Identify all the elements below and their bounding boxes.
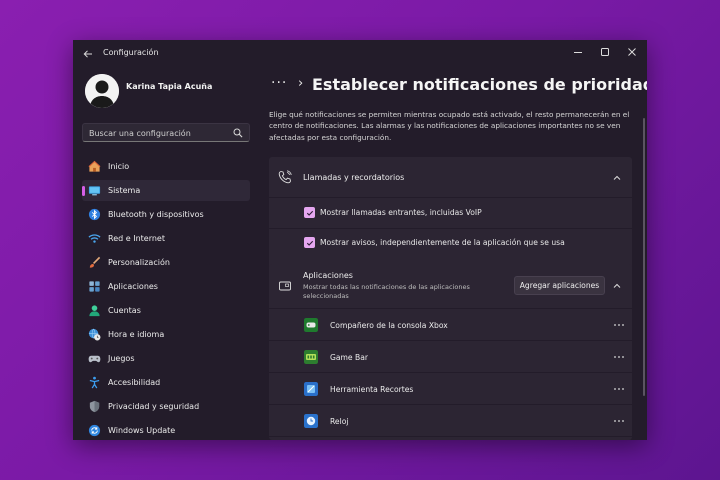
xbox-companion-icon xyxy=(304,318,318,332)
accessibility-icon xyxy=(89,376,100,389)
sidebar-item-label: Aplicaciones xyxy=(108,282,158,291)
chevron-up-icon[interactable] xyxy=(612,281,622,291)
divider xyxy=(269,404,632,405)
search-box[interactable] xyxy=(82,123,250,142)
sidebar-item-label: Cuentas xyxy=(108,306,141,315)
page-title: Establecer notificaciones de prioridad xyxy=(312,75,647,94)
add-apps-button[interactable]: Agregar aplicaciones xyxy=(514,276,605,295)
divider xyxy=(269,308,632,309)
profile-name: Karina Tapia Acuña xyxy=(126,82,213,91)
checkmark-icon xyxy=(306,210,313,216)
chevron-up-icon[interactable] xyxy=(612,173,622,183)
checkbox-label: Mostrar avisos, independientemente de la… xyxy=(320,238,565,247)
checkbox-label: Mostrar llamadas entrantes, incluidas Vo… xyxy=(320,208,482,217)
more-options-icon[interactable] xyxy=(613,353,625,361)
app-window-icon xyxy=(279,281,291,291)
app-label: Compañero de la consola Xbox xyxy=(330,321,448,330)
apps-section-title: Aplicaciones xyxy=(303,271,353,280)
sidebar-item-label: Privacidad y seguridad xyxy=(108,402,200,411)
settings-window: Configuración Karina Tapia Acuña Inicio … xyxy=(73,40,647,440)
sidebar-item-label: Sistema xyxy=(108,186,141,195)
divider xyxy=(269,436,632,437)
app-label: Herramienta Recortes xyxy=(330,385,414,394)
maximize-icon xyxy=(601,48,609,56)
back-button[interactable] xyxy=(79,45,97,63)
page-description: Elige qué notificaciones se permiten mie… xyxy=(269,110,630,142)
more-options-icon[interactable] xyxy=(613,417,625,425)
update-icon xyxy=(88,424,101,437)
sidebar-item-red[interactable]: Red e Internet xyxy=(82,228,250,249)
sidebar-item-privacidad[interactable]: Privacidad y seguridad xyxy=(82,396,250,417)
apps-section-subtitle: Mostrar todas las notificaciones de las … xyxy=(303,283,470,300)
clock-icon xyxy=(304,414,318,428)
sidebar-item-label: Inicio xyxy=(108,162,130,171)
gamepad-icon xyxy=(88,355,101,363)
phone-alarm-icon xyxy=(278,170,292,184)
more-options-icon[interactable] xyxy=(613,321,625,329)
sidebar-item-aplicaciones[interactable]: Aplicaciones xyxy=(82,276,250,297)
shield-icon xyxy=(89,400,100,413)
sidebar-item-label: Personalización xyxy=(108,258,170,267)
checkbox-show-reminders[interactable] xyxy=(304,237,315,248)
search-icon xyxy=(233,128,243,138)
sidebar-item-hora[interactable]: Hora e idioma xyxy=(82,324,250,345)
checkmark-icon xyxy=(306,240,313,246)
minimize-icon xyxy=(574,52,582,53)
sidebar-item-label: Juegos xyxy=(108,354,135,363)
app-title: Configuración xyxy=(103,48,159,57)
sidebar-item-cuentas[interactable]: Cuentas xyxy=(82,300,250,321)
app-label: Reloj xyxy=(330,417,349,426)
sidebar-item-windows-update[interactable]: Windows Update xyxy=(82,420,250,440)
sidebar-item-label: Bluetooth y dispositivos xyxy=(108,210,204,219)
divider xyxy=(269,372,632,373)
checkbox-show-calls[interactable] xyxy=(304,207,315,218)
system-icon xyxy=(88,186,101,196)
sidebar-item-label: Red e Internet xyxy=(108,234,165,243)
sidebar-item-personalizacion[interactable]: Personalización xyxy=(82,252,250,273)
close-button[interactable] xyxy=(619,42,645,62)
scrollbar[interactable] xyxy=(643,118,645,396)
apps-icon xyxy=(89,281,100,292)
breadcrumb-separator: › xyxy=(298,76,304,91)
globe-clock-icon xyxy=(88,328,101,341)
divider xyxy=(269,340,632,341)
title-bar: Configuración xyxy=(73,40,647,68)
arrow-left-icon xyxy=(83,50,92,58)
sidebar-item-label: Hora e idioma xyxy=(108,330,165,339)
user-silhouette-icon xyxy=(85,74,119,108)
sidebar-item-label: Accesibilidad xyxy=(108,378,161,387)
account-icon xyxy=(89,305,100,317)
sidebar-item-bluetooth[interactable]: Bluetooth y dispositivos xyxy=(82,204,250,225)
sidebar-item-label: Windows Update xyxy=(108,426,176,435)
minimize-button[interactable] xyxy=(565,42,591,62)
snipping-tool-icon xyxy=(304,382,318,396)
game-bar-icon xyxy=(304,350,318,364)
bluetooth-icon xyxy=(88,208,101,221)
more-options-icon[interactable] xyxy=(613,385,625,393)
sidebar-item-accesibilidad[interactable]: Accesibilidad xyxy=(82,372,250,393)
divider xyxy=(269,197,632,198)
maximize-button[interactable] xyxy=(592,42,618,62)
calls-section-title: Llamadas y recordatorios xyxy=(303,173,405,182)
selection-indicator xyxy=(82,186,85,196)
breadcrumb-more-button[interactable]: ··· xyxy=(271,75,287,91)
sidebar-item-juegos[interactable]: Juegos xyxy=(82,348,250,369)
home-icon xyxy=(88,160,101,172)
sidebar-item-sistema[interactable]: Sistema xyxy=(82,180,250,201)
wifi-icon xyxy=(88,234,101,243)
sidebar-item-inicio[interactable]: Inicio xyxy=(82,156,250,177)
avatar[interactable] xyxy=(85,74,119,108)
close-icon xyxy=(628,48,636,56)
app-label: Game Bar xyxy=(330,353,369,362)
divider xyxy=(269,228,632,229)
search-input[interactable] xyxy=(89,126,229,140)
brush-icon xyxy=(89,256,101,268)
